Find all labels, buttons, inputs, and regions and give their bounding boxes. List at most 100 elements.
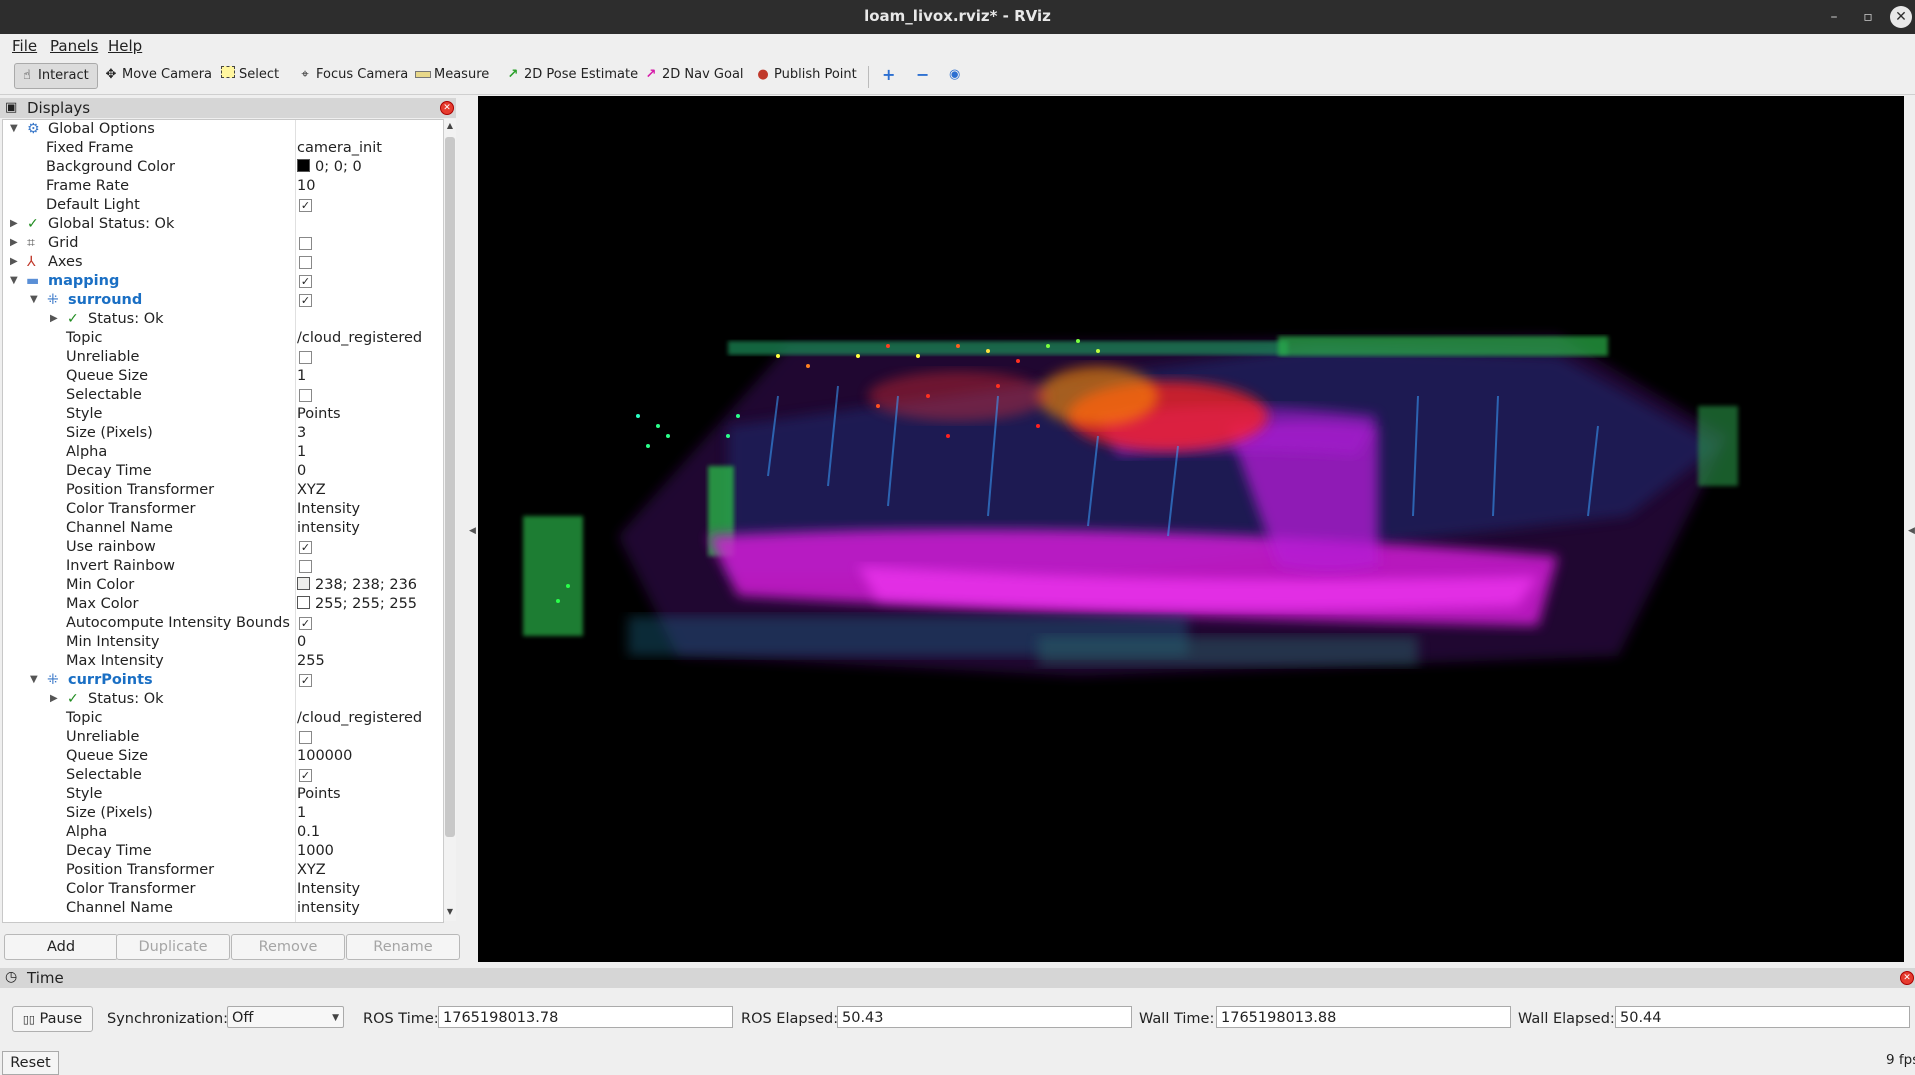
focus-camera-tool-button[interactable]: ⌖ Focus Camera bbox=[297, 63, 408, 87]
tree-row-value[interactable]: 1000 bbox=[297, 843, 334, 859]
tree-row-value[interactable]: 0.1 bbox=[297, 824, 320, 840]
tree-row-axes[interactable]: ▶ ⅄ Axes bbox=[3, 253, 443, 272]
tree-row-size-pixels[interactable]: Size (Pixels) 3 bbox=[3, 424, 443, 443]
expand-arrow-icon[interactable]: ▼ bbox=[30, 674, 38, 685]
tree-row-value[interactable]: 238; 238; 236 bbox=[297, 577, 417, 593]
tree-row-value[interactable]: intensity bbox=[297, 520, 360, 536]
tree-row-currpoints-status[interactable]: ▶ ✓ Status: Ok bbox=[3, 690, 443, 709]
default-light-checkbox[interactable]: ✓ bbox=[299, 199, 312, 212]
ros-time-field[interactable]: 1765198013.78 bbox=[438, 1006, 733, 1028]
left-splitter-arrow-icon[interactable]: ◀ bbox=[469, 526, 476, 536]
tree-row-decay-time[interactable]: Decay Time 1000 bbox=[3, 842, 443, 861]
tree-row-use-rainbow[interactable]: Use rainbow ✓ bbox=[3, 538, 443, 557]
menu-help[interactable]: Help bbox=[108, 37, 142, 55]
select-tool-button[interactable]: Select bbox=[220, 63, 279, 87]
tree-row-grid[interactable]: ▶ ⌗ Grid bbox=[3, 234, 443, 253]
tree-row-decay-time[interactable]: Decay Time 0 bbox=[3, 462, 443, 481]
tree-row-autocompute-bounds[interactable]: Autocompute Intensity Bounds ✓ bbox=[3, 614, 443, 633]
right-splitter-arrow-icon[interactable]: ◀ bbox=[1908, 526, 1915, 536]
selectable-checkbox[interactable]: ✓ bbox=[299, 769, 312, 782]
tree-row-alpha[interactable]: Alpha 1 bbox=[3, 443, 443, 462]
close-window-icon[interactable]: ✕ bbox=[1890, 6, 1912, 28]
expand-arrow-icon[interactable]: ▼ bbox=[30, 294, 38, 305]
tree-row-value[interactable]: 1 bbox=[297, 805, 306, 821]
close-panel-icon[interactable]: ✕ bbox=[440, 101, 454, 115]
scroll-up-icon[interactable]: ▲ bbox=[444, 121, 456, 130]
unreliable-checkbox[interactable] bbox=[299, 731, 312, 744]
duplicate-display-button[interactable]: Duplicate bbox=[116, 934, 230, 960]
tree-row-value[interactable]: intensity bbox=[297, 900, 360, 916]
nav-goal-tool-button[interactable]: ↗ 2D Nav Goal bbox=[643, 63, 744, 87]
tree-row-value[interactable]: 0 bbox=[297, 463, 306, 479]
publish-point-tool-button[interactable]: ● Publish Point bbox=[755, 63, 856, 87]
tree-row-value[interactable]: 1 bbox=[297, 444, 306, 460]
tree-row-value[interactable]: 3 bbox=[297, 425, 306, 441]
mapping-checkbox[interactable]: ✓ bbox=[299, 275, 312, 288]
tree-row-queue-size[interactable]: Queue Size 100000 bbox=[3, 747, 443, 766]
use-rainbow-checkbox[interactable]: ✓ bbox=[299, 541, 312, 554]
tree-row-color-transformer[interactable]: Color Transformer Intensity bbox=[3, 500, 443, 519]
wall-time-field[interactable]: 1765198013.88 bbox=[1216, 1006, 1511, 1028]
ros-elapsed-field[interactable]: 50.43 bbox=[837, 1006, 1132, 1028]
tree-row-default-light[interactable]: Default Light ✓ bbox=[3, 196, 443, 215]
expand-arrow-icon[interactable]: ▼ bbox=[10, 123, 18, 134]
displays-scrollbar[interactable]: ▲ ▼ bbox=[443, 119, 456, 921]
tree-row-value[interactable]: camera_init bbox=[297, 140, 382, 156]
tree-row-channel-name[interactable]: Channel Name intensity bbox=[3, 899, 443, 918]
tree-row-value[interactable]: Points bbox=[297, 786, 341, 802]
selectable-checkbox[interactable] bbox=[299, 389, 312, 402]
expand-arrow-icon[interactable]: ▼ bbox=[10, 275, 18, 286]
tree-row-color-transformer[interactable]: Color Transformer Intensity bbox=[3, 880, 443, 899]
tree-row-max-color[interactable]: Max Color 255; 255; 255 bbox=[3, 595, 443, 614]
add-tool-icon[interactable]: + bbox=[882, 63, 895, 87]
tree-row-background-color[interactable]: Background Color 0; 0; 0 bbox=[3, 158, 443, 177]
tree-row-fixed-frame[interactable]: Fixed Frame camera_init bbox=[3, 139, 443, 158]
menu-file[interactable]: File bbox=[12, 37, 37, 55]
tree-row-max-intensity[interactable]: Max Intensity 255 bbox=[3, 652, 443, 671]
tree-row-global-options[interactable]: ▼ ⚙ Global Options bbox=[3, 120, 443, 139]
tree-row-value[interactable]: 100000 bbox=[297, 748, 352, 764]
maximize-icon[interactable]: ▫ bbox=[1857, 6, 1879, 28]
measure-tool-button[interactable]: Measure bbox=[415, 63, 489, 87]
close-time-panel-icon[interactable]: ✕ bbox=[1900, 971, 1914, 985]
tree-row-currpoints[interactable]: ▼ ⁜ currPoints ✓ bbox=[3, 671, 443, 690]
invert-rainbow-checkbox[interactable] bbox=[299, 560, 312, 573]
interact-tool-button[interactable]: ☝ Interact bbox=[14, 63, 98, 89]
tree-row-surround[interactable]: ▼ ⁜ surround ✓ bbox=[3, 291, 443, 310]
tree-row-invert-rainbow[interactable]: Invert Rainbow bbox=[3, 557, 443, 576]
tree-row-size-pixels[interactable]: Size (Pixels) 1 bbox=[3, 804, 443, 823]
tree-row-value[interactable]: 255 bbox=[297, 653, 325, 669]
collapse-arrow-icon[interactable]: ▶ bbox=[10, 256, 18, 267]
tree-row-mapping[interactable]: ▼ ▬ mapping ✓ bbox=[3, 272, 443, 291]
tree-row-min-color[interactable]: Min Color 238; 238; 236 bbox=[3, 576, 443, 595]
tree-row-frame-rate[interactable]: Frame Rate 10 bbox=[3, 177, 443, 196]
scrollbar-thumb[interactable] bbox=[445, 137, 455, 837]
tree-row-value[interactable]: /cloud_registered bbox=[297, 710, 422, 726]
pause-button[interactable]: ▯▯ Pause bbox=[12, 1006, 93, 1032]
tree-row-queue-size[interactable]: Queue Size 1 bbox=[3, 367, 443, 386]
reset-button[interactable]: Reset bbox=[2, 1051, 59, 1075]
autocompute-checkbox[interactable]: ✓ bbox=[299, 617, 312, 630]
tree-row-value[interactable]: 0 bbox=[297, 634, 306, 650]
remove-display-button[interactable]: Remove bbox=[231, 934, 345, 960]
minimize-icon[interactable]: – bbox=[1823, 6, 1845, 28]
currpoints-checkbox[interactable]: ✓ bbox=[299, 674, 312, 687]
tree-row-topic[interactable]: Topic /cloud_registered bbox=[3, 329, 443, 348]
collapse-arrow-icon[interactable]: ▶ bbox=[10, 218, 18, 229]
tree-row-value[interactable]: 1 bbox=[297, 368, 306, 384]
tree-row-position-transformer[interactable]: Position Transformer XYZ bbox=[3, 481, 443, 500]
tree-row-alpha[interactable]: Alpha 0.1 bbox=[3, 823, 443, 842]
tree-row-value[interactable]: Intensity bbox=[297, 501, 360, 517]
grid-checkbox[interactable] bbox=[299, 237, 312, 250]
move-camera-tool-button[interactable]: ✥ Move Camera bbox=[103, 63, 212, 87]
tree-row-min-intensity[interactable]: Min Intensity 0 bbox=[3, 633, 443, 652]
tree-row-value[interactable]: XYZ bbox=[297, 862, 326, 878]
tree-row-selectable[interactable]: Selectable bbox=[3, 386, 443, 405]
tree-row-value[interactable]: /cloud_registered bbox=[297, 330, 422, 346]
tree-row-value[interactable]: Intensity bbox=[297, 881, 360, 897]
unreliable-checkbox[interactable] bbox=[299, 351, 312, 364]
render-viewport[interactable] bbox=[478, 96, 1904, 962]
tree-row-surround-status[interactable]: ▶ ✓ Status: Ok bbox=[3, 310, 443, 329]
add-display-button[interactable]: Add bbox=[4, 934, 118, 960]
tree-row-topic[interactable]: Topic /cloud_registered bbox=[3, 709, 443, 728]
